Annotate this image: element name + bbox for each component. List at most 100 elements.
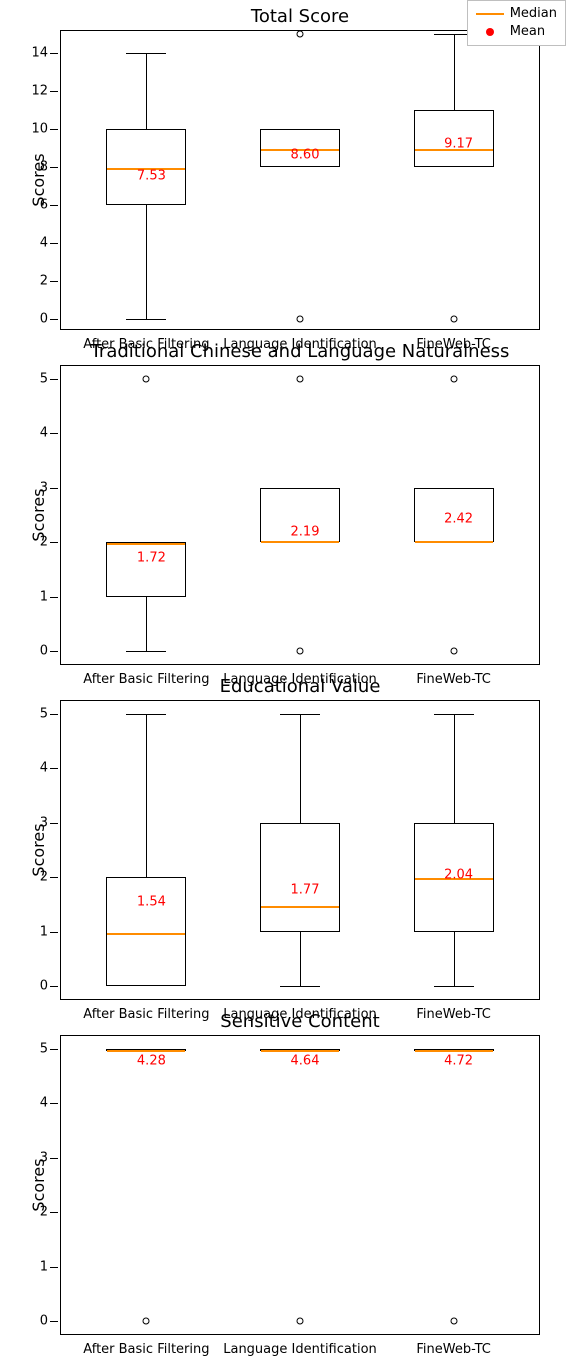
y-tick bbox=[50, 714, 58, 715]
legend-mean-label: Mean bbox=[510, 23, 545, 41]
median-line bbox=[415, 541, 493, 543]
y-tick-label: 14 bbox=[31, 45, 48, 60]
subplot-naturalness: Traditional Chinese and Language Natural… bbox=[60, 365, 540, 665]
box bbox=[414, 1049, 494, 1051]
whisker-cap bbox=[126, 53, 166, 54]
subplot-educational-value: Educational ValueScores012345After Basic… bbox=[60, 700, 540, 1000]
whisker bbox=[146, 714, 147, 878]
y-tick-label: 6 bbox=[40, 197, 48, 212]
y-tick bbox=[50, 542, 58, 543]
whisker-cap bbox=[434, 986, 474, 987]
y-tick-label: 4 bbox=[40, 426, 48, 441]
outlier-point bbox=[450, 648, 457, 655]
y-tick bbox=[50, 651, 58, 652]
y-tick bbox=[50, 1267, 58, 1268]
mean-value-label: 4.64 bbox=[291, 1053, 320, 1068]
whisker bbox=[300, 932, 301, 987]
y-tick bbox=[50, 281, 58, 282]
box bbox=[260, 1049, 340, 1051]
mean-value-label: 2.19 bbox=[291, 524, 320, 539]
mean-value-label: 1.54 bbox=[137, 895, 166, 910]
chart-title: Educational Value bbox=[60, 676, 540, 697]
legend-median-label: Median bbox=[510, 5, 557, 23]
outlier-point bbox=[297, 1318, 304, 1325]
mean-swatch bbox=[476, 28, 504, 36]
y-tick-label: 5 bbox=[40, 706, 48, 721]
whisker-cap bbox=[434, 714, 474, 715]
outlier-point bbox=[297, 375, 304, 382]
outlier-point bbox=[143, 1318, 150, 1325]
outlier-point bbox=[450, 1318, 457, 1325]
figure: Median Mean Total ScoreScores02468101214… bbox=[0, 0, 570, 1342]
whisker-cap bbox=[126, 319, 166, 320]
y-tick-label: 2 bbox=[40, 535, 48, 550]
y-tick-label: 8 bbox=[40, 159, 48, 174]
mean-value-label: 7.53 bbox=[137, 168, 166, 183]
mean-value-label: 1.72 bbox=[137, 550, 166, 565]
outlier-point bbox=[297, 30, 304, 37]
median-line bbox=[107, 543, 185, 545]
y-tick bbox=[50, 433, 58, 434]
y-tick-label: 1 bbox=[40, 589, 48, 604]
whisker bbox=[454, 714, 455, 823]
box bbox=[106, 1049, 186, 1051]
y-tick-label: 2 bbox=[40, 273, 48, 288]
chart-title: Sensitive Content bbox=[60, 1011, 540, 1032]
y-tick bbox=[50, 205, 58, 206]
median-line bbox=[261, 1050, 339, 1052]
median-line bbox=[261, 906, 339, 908]
y-tick bbox=[50, 768, 58, 769]
chart-title: Traditional Chinese and Language Natural… bbox=[60, 341, 540, 362]
x-tick-label: FineWeb-TC bbox=[416, 1342, 490, 1357]
box bbox=[106, 129, 186, 205]
whisker bbox=[454, 34, 455, 110]
x-tick-label: After Basic Filtering bbox=[83, 1342, 209, 1357]
subplot-sensitive-content: Sensitive ContentScores012345After Basic… bbox=[60, 1035, 540, 1335]
y-tick bbox=[50, 91, 58, 92]
y-tick-label: 10 bbox=[31, 121, 48, 136]
whisker bbox=[146, 597, 147, 652]
outlier-point bbox=[450, 375, 457, 382]
y-tick-label: 12 bbox=[31, 83, 48, 98]
y-tick-label: 0 bbox=[40, 644, 48, 659]
y-tick bbox=[50, 243, 58, 244]
y-tick bbox=[50, 1321, 58, 1322]
median-line bbox=[261, 541, 339, 543]
box bbox=[106, 877, 186, 986]
median-line bbox=[415, 1050, 493, 1052]
y-tick bbox=[50, 932, 58, 933]
y-axis-label: Scores bbox=[29, 823, 48, 876]
y-tick bbox=[50, 1158, 58, 1159]
y-tick-label: 5 bbox=[40, 371, 48, 386]
y-tick bbox=[50, 1049, 58, 1050]
median-line bbox=[107, 933, 185, 935]
y-axis-label: Scores bbox=[29, 488, 48, 541]
y-tick-label: 0 bbox=[40, 979, 48, 994]
y-tick bbox=[50, 319, 58, 320]
y-tick-label: 2 bbox=[40, 1205, 48, 1220]
mean-value-label: 8.60 bbox=[291, 148, 320, 163]
y-tick bbox=[50, 1212, 58, 1213]
plot-area bbox=[60, 1035, 540, 1335]
y-axis-label: Scores bbox=[29, 1158, 48, 1211]
outlier-point bbox=[143, 375, 150, 382]
legend-box: Median Mean bbox=[467, 0, 566, 46]
y-tick-label: 3 bbox=[40, 480, 48, 495]
whisker-cap bbox=[280, 714, 320, 715]
mean-value-label: 4.28 bbox=[137, 1053, 166, 1068]
y-tick-label: 3 bbox=[40, 815, 48, 830]
y-tick bbox=[50, 823, 58, 824]
y-tick bbox=[50, 53, 58, 54]
whisker bbox=[300, 714, 301, 823]
subplot-total-score: Total ScoreScores02468101214After Basic … bbox=[60, 30, 540, 330]
y-tick-label: 1 bbox=[40, 924, 48, 939]
outlier-point bbox=[297, 648, 304, 655]
y-tick bbox=[50, 1103, 58, 1104]
median-line bbox=[107, 1050, 185, 1052]
y-tick bbox=[50, 488, 58, 489]
y-tick-label: 4 bbox=[40, 761, 48, 776]
y-tick-label: 4 bbox=[40, 235, 48, 250]
whisker-cap bbox=[126, 651, 166, 652]
mean-value-label: 2.42 bbox=[444, 512, 473, 527]
legend-mean-row: Mean bbox=[476, 23, 557, 41]
